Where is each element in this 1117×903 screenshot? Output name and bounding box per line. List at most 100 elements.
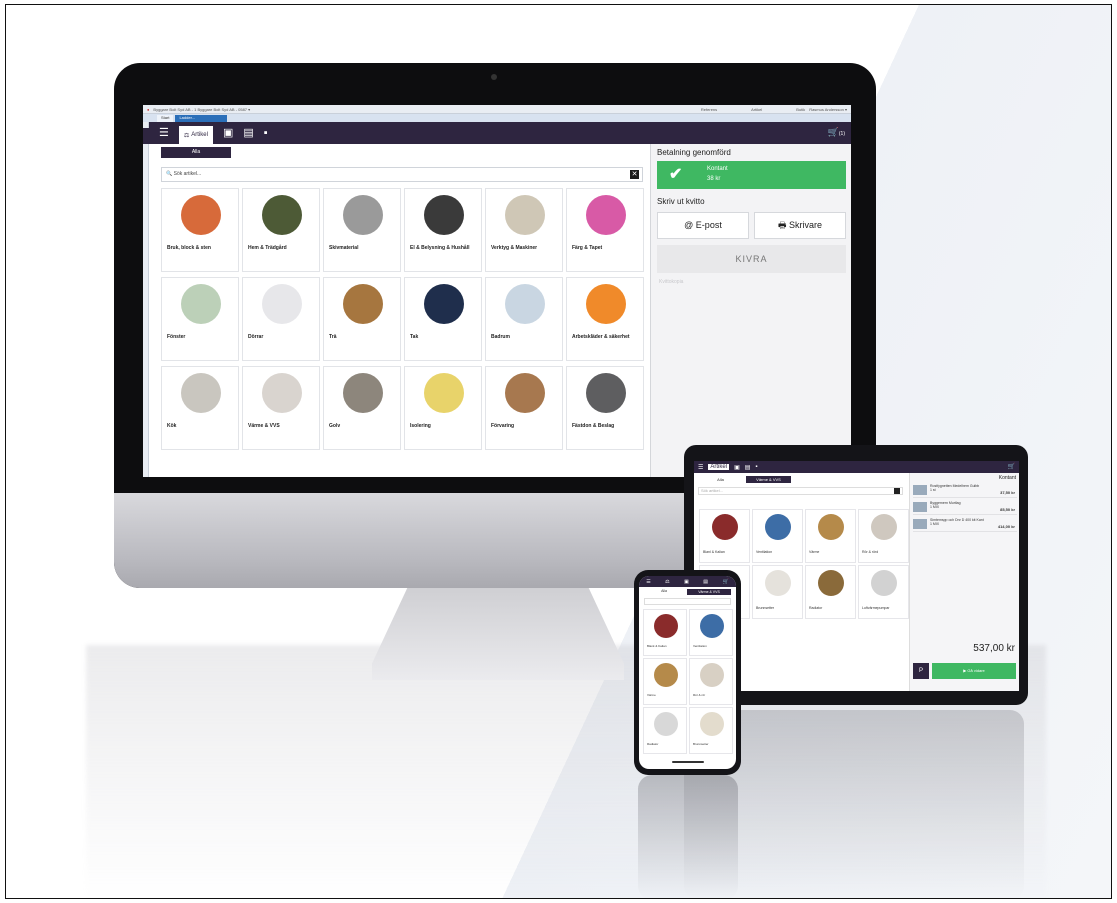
tablet-category-tile[interactable]: Värme bbox=[805, 509, 856, 563]
category-label: Fönster bbox=[167, 334, 186, 340]
tablet-cart-row[interactable]: Byggemern Murtlag 1 MIX 85,50 kr bbox=[913, 500, 1017, 515]
category-tile[interactable]: Fönster bbox=[161, 277, 239, 361]
tablet-filter-active[interactable]: Värme & VVS bbox=[746, 476, 791, 483]
print-receipt-button[interactable]: 🖶 Skrivare bbox=[754, 212, 846, 239]
phone-category-tile[interactable]: Brunnsetter bbox=[689, 707, 733, 754]
cart-item-price: 414,00 kr bbox=[997, 524, 1015, 529]
tablet-pay-button[interactable]: ▶ Gå vidare bbox=[932, 663, 1016, 679]
cart-item-qty: 1 st bbox=[930, 488, 936, 492]
category-tile[interactable]: Trä bbox=[323, 277, 401, 361]
phone-menu-icon[interactable]: ☰ bbox=[646, 579, 650, 585]
store-label[interactable]: Butik bbox=[796, 107, 805, 112]
category-label: Färg & Tapet bbox=[572, 245, 603, 251]
cart-item-price: 85,50 kr bbox=[1000, 507, 1015, 512]
category-label: Arbetskläder & säkerhet bbox=[572, 334, 630, 340]
tablet-parking-icon[interactable]: ▪ bbox=[755, 464, 757, 470]
tablet-search-input[interactable]: Sök artikel... bbox=[698, 487, 903, 495]
tablet-tab-article[interactable]: Artikel bbox=[708, 464, 730, 470]
phone-category-tile[interactable]: Värme bbox=[643, 658, 687, 705]
category-tile[interactable]: Värme & VVS bbox=[242, 366, 320, 450]
cart-item-price: 37,50 kr bbox=[1000, 490, 1015, 495]
phone-filter-all[interactable]: Alla bbox=[644, 589, 684, 595]
phone-search-input[interactable] bbox=[644, 598, 731, 605]
category-tile[interactable]: Kök bbox=[161, 366, 239, 450]
document-icon[interactable]: ▤ bbox=[243, 127, 253, 139]
phone-category-label: Blank & Kalian bbox=[647, 644, 667, 648]
tablet-cart-heading: Kontant bbox=[998, 475, 1016, 481]
category-tile[interactable]: Arbetskläder & säkerhet bbox=[566, 277, 644, 361]
tablet-cart-row[interactable]: Simtemspp och Dnr D 400 kit Kant 1 MIX 414… bbox=[913, 517, 1017, 532]
tablet-cart-icon[interactable]: 🛒 bbox=[1008, 463, 1015, 470]
phone-screen: ☰ ⚖ ▣ ▤ 🛒 Alla Värme & VVS Blank & Kalia… bbox=[639, 576, 736, 769]
phone-category-image bbox=[654, 663, 678, 687]
tablet-filter-all[interactable]: Alla bbox=[698, 476, 743, 483]
side-panel-handle[interactable] bbox=[143, 122, 149, 477]
tablet-category-label: Rör & rörd bbox=[862, 550, 879, 554]
tablet-category-tile[interactable]: Ventilation bbox=[752, 509, 803, 563]
phone-customer-icon[interactable]: ▣ bbox=[684, 579, 689, 585]
category-tile[interactable]: Färg & Tapet bbox=[566, 188, 644, 272]
phone-category-label: Rör & rör bbox=[693, 693, 706, 697]
phone-cart-icon[interactable]: 🛒 bbox=[722, 579, 728, 585]
user-menu[interactable]: Rasmus Andersson ▾ bbox=[809, 107, 847, 112]
receipt-copy-option[interactable]: Kvittokopia bbox=[659, 279, 683, 285]
filter-all-button[interactable]: Alla bbox=[161, 147, 231, 158]
cart-button[interactable]: 🛒(1) bbox=[828, 127, 845, 138]
tab-start[interactable]: Start bbox=[157, 115, 174, 122]
phone-category-tile[interactable]: Blank & Kalian bbox=[643, 609, 687, 656]
category-tile[interactable]: Fästdon & Beslag bbox=[566, 366, 644, 450]
product-thumbnail bbox=[913, 485, 927, 495]
category-label: Fästdon & Beslag bbox=[572, 423, 615, 429]
tablet-category-tile[interactable]: Radiator bbox=[805, 565, 856, 619]
menu-icon[interactable]: ☰ bbox=[159, 127, 169, 139]
phone-scale-icon[interactable]: ⚖ bbox=[665, 579, 669, 585]
tab-article[interactable]: ⚖ Artikel bbox=[178, 126, 213, 144]
tablet-customer-icon[interactable]: ▣ bbox=[734, 464, 740, 471]
tab-active[interactable]: Ladder... bbox=[175, 115, 228, 122]
tablet-category-tile[interactable]: Rör & rörd bbox=[858, 509, 909, 563]
tablet-category-tile[interactable]: Blanl & Kalian bbox=[699, 509, 750, 563]
category-tile[interactable]: El & Belysning & Hushåll bbox=[404, 188, 482, 272]
phone-category-tile[interactable]: Rör & rör bbox=[689, 658, 733, 705]
tablet-document-icon[interactable]: ▤ bbox=[745, 464, 751, 471]
category-image bbox=[424, 284, 464, 324]
article-field[interactable]: Artikel bbox=[751, 107, 762, 112]
category-tile[interactable]: Badrum bbox=[485, 277, 563, 361]
phone-document-icon[interactable]: ▤ bbox=[703, 579, 708, 585]
cart-item-name: Rostfygnetten Medelhem Gulbb bbox=[930, 484, 980, 488]
phone-category-tile[interactable]: Radiator bbox=[643, 707, 687, 754]
category-tile[interactable]: Bruk, block & sten bbox=[161, 188, 239, 272]
category-image bbox=[262, 284, 302, 324]
phone-filter-active[interactable]: Värme & VVS bbox=[687, 589, 731, 595]
tablet-cart-row[interactable]: Rostfygnetten Medelhem Gulbb 1 st 37,50 kr bbox=[913, 483, 1017, 498]
side-panel-tab[interactable] bbox=[143, 128, 149, 144]
category-tile[interactable]: Golv bbox=[323, 366, 401, 450]
category-tile[interactable]: Skivmaterial bbox=[323, 188, 401, 272]
category-tile[interactable]: Dörrar bbox=[242, 277, 320, 361]
cart-item-qty: 1 MIX bbox=[930, 505, 940, 509]
tablet-category-tile[interactable]: Brunnsetter bbox=[752, 565, 803, 619]
clear-icon[interactable]: ✕ bbox=[630, 170, 639, 179]
category-tile[interactable]: Tak bbox=[404, 277, 482, 361]
tablet-menu-icon[interactable]: ☰ bbox=[698, 464, 703, 471]
category-tile[interactable]: Förvaring bbox=[485, 366, 563, 450]
category-tile[interactable]: Verktyg & Maskiner bbox=[485, 188, 563, 272]
tablet-park-button[interactable]: P bbox=[913, 663, 929, 679]
phone-category-grid: Blank & Kalian Ventilation Värme Rör & rör R… bbox=[643, 609, 733, 754]
reference-field[interactable]: Referens bbox=[701, 107, 717, 112]
tablet-category-tile[interactable]: Luftvärmepumpar bbox=[858, 565, 909, 619]
kivra-button[interactable]: KIVRA bbox=[657, 245, 846, 273]
category-tile[interactable]: Isolering bbox=[404, 366, 482, 450]
phone-reflection bbox=[638, 775, 738, 898]
receipt-heading: Skriv ut kvitto bbox=[657, 197, 705, 206]
category-tile[interactable]: Hem & Trädgård bbox=[242, 188, 320, 272]
parking-icon[interactable]: ▪ bbox=[264, 127, 268, 139]
phone-category-tile[interactable]: Ventilation bbox=[689, 609, 733, 656]
tablet-clear-icon[interactable] bbox=[894, 488, 900, 494]
tablet-category-image bbox=[818, 514, 844, 540]
payment-amount: 38 kr bbox=[707, 176, 721, 182]
email-receipt-button[interactable]: @ E-post bbox=[657, 212, 749, 239]
article-search-input[interactable]: 🔍 Sök artikel... ✕ bbox=[161, 167, 643, 182]
app-path[interactable]: Byggare Bolt Syd AB - 1 Byggare Bolt Syd… bbox=[153, 107, 250, 112]
customer-card-icon[interactable]: ▣ bbox=[223, 127, 233, 139]
